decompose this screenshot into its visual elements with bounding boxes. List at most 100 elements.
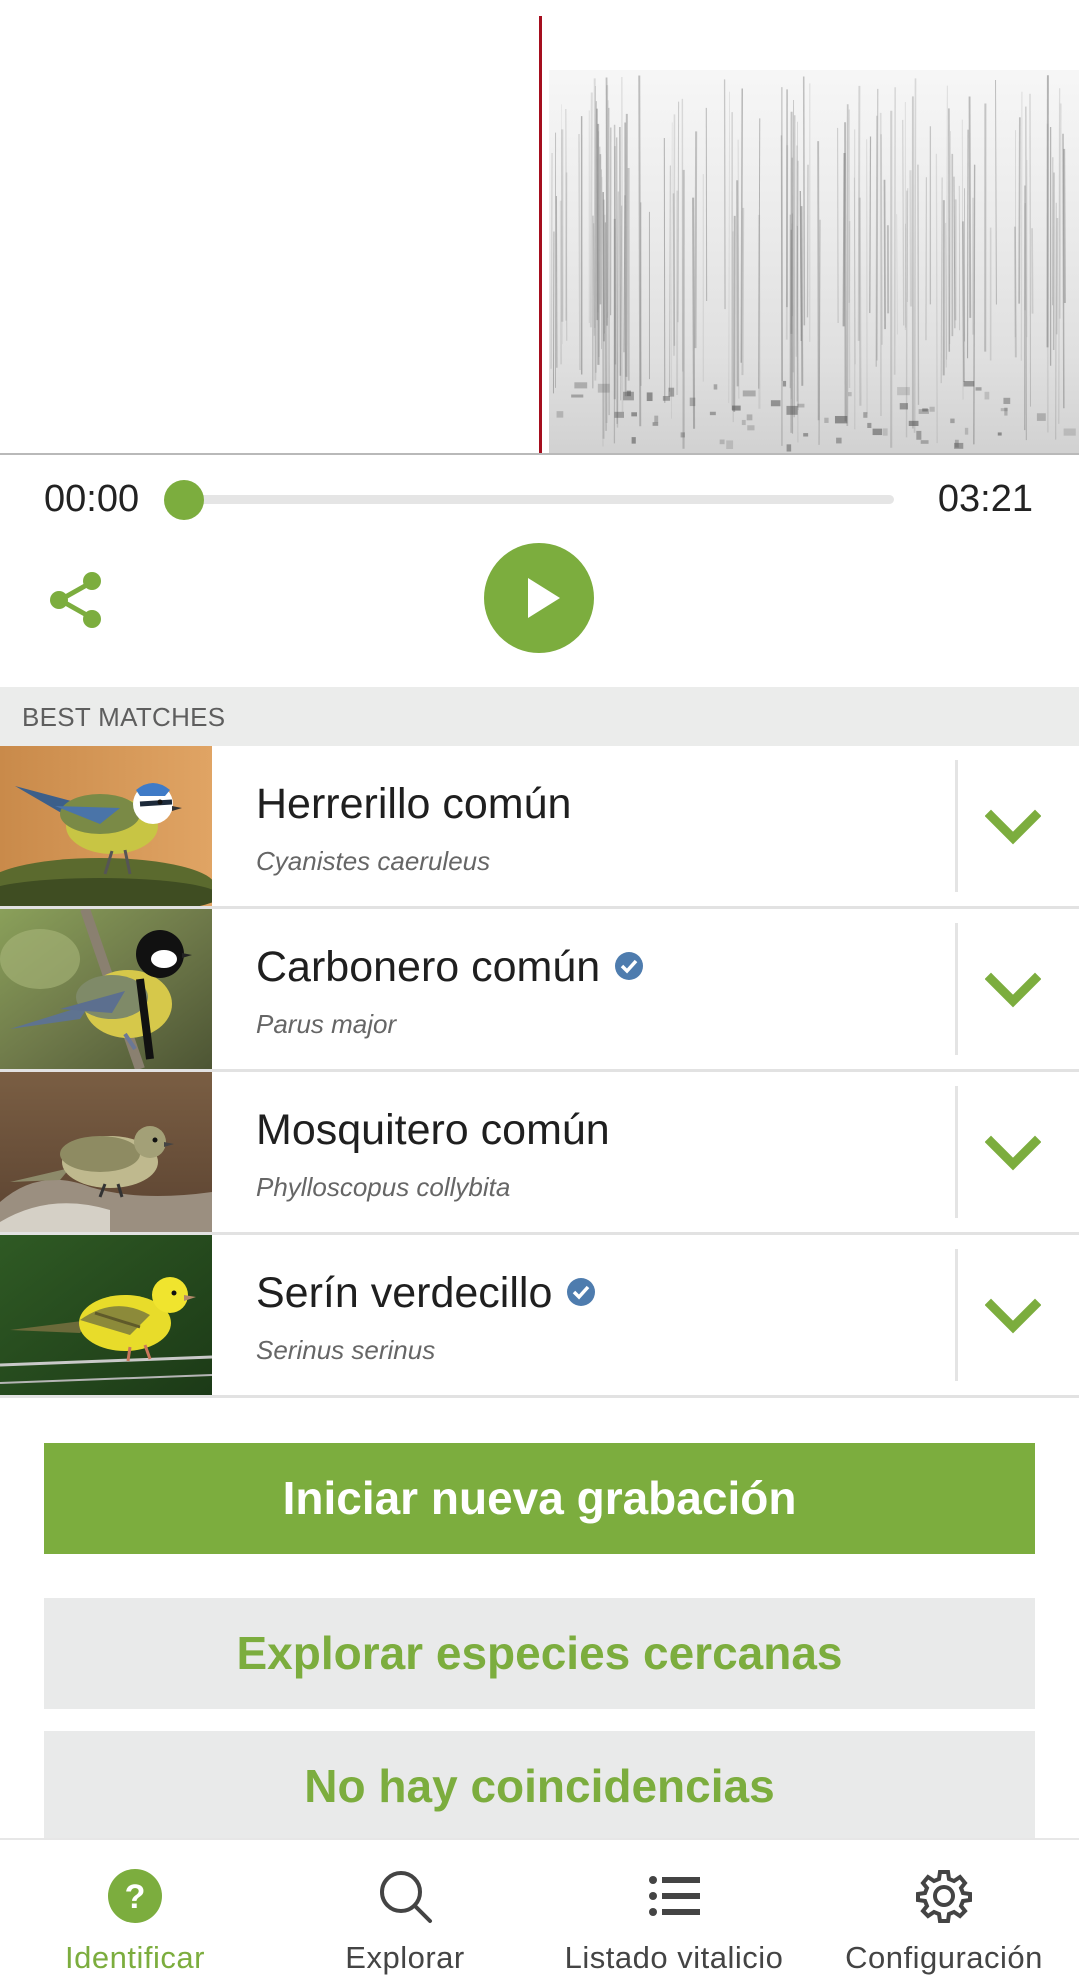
spectrogram-stroke	[909, 170, 913, 307]
spectrogram-blob	[863, 412, 868, 418]
common-name-text: Carbonero común	[256, 943, 601, 991]
playhead-line[interactable]	[539, 16, 542, 453]
scientific-name: Parus major	[256, 1009, 397, 1039]
progress-thumb[interactable]	[164, 480, 204, 520]
no-match-button[interactable]: No hay coincidencias	[44, 1731, 1035, 1839]
question-icon: ?	[108, 1869, 162, 1923]
spectrogram-stroke	[940, 177, 943, 384]
match-row[interactable]: Serín verdecillo Serinus serinus	[0, 1235, 1079, 1398]
spectrogram-stroke	[893, 87, 897, 375]
spectrogram-blob	[631, 412, 638, 417]
nav-item-explorar[interactable]: Explorar	[295, 1840, 515, 1981]
share-icon	[50, 572, 101, 628]
matches-list: Herrerillo común Cyanistes caeruleus Car…	[0, 746, 1079, 1398]
bird-photo-chiffchaff	[0, 1072, 212, 1232]
chevron-down-icon	[984, 1135, 1042, 1171]
spectrogram-stroke	[902, 119, 905, 326]
spectrogram-stroke	[1055, 217, 1059, 335]
spectrogram-blob	[975, 387, 982, 391]
progress-track[interactable]	[184, 495, 894, 504]
spectrogram-blob	[882, 428, 888, 436]
scientific-name: Phylloscopus collybita	[256, 1172, 511, 1202]
spectrogram-stroke	[961, 119, 964, 400]
spectrogram-stroke	[728, 91, 730, 404]
spectrogram-blob	[1036, 413, 1046, 421]
match-row[interactable]: Herrerillo común Cyanistes caeruleus	[0, 746, 1079, 909]
spectrogram-blob	[652, 422, 659, 426]
match-row[interactable]: Carbonero común Parus major	[0, 909, 1079, 1072]
spectrogram-blob	[1063, 428, 1076, 436]
spectrogram-blob	[897, 387, 910, 396]
expand-button[interactable]	[984, 1291, 1042, 1343]
spectrogram-blob	[922, 408, 928, 412]
spectrogram-stroke	[1018, 117, 1021, 304]
nav-label: Identificar	[65, 1940, 205, 1975]
spectrogram-blob	[597, 383, 610, 393]
common-name-text: Herrerillo común	[256, 780, 572, 828]
spectrogram-stroke	[694, 131, 698, 349]
spectrogram-blob	[950, 418, 955, 424]
bird-photo-blue-tit	[0, 746, 212, 906]
spectrogram-blob	[556, 411, 564, 418]
verified-check-icon	[615, 951, 644, 980]
scientific-name: Cyanistes caeruleus	[256, 846, 491, 876]
spectrogram-blob	[654, 415, 659, 423]
spectrogram-stroke	[817, 141, 820, 421]
spectrogram-stroke	[968, 96, 972, 318]
spectrogram-stroke	[883, 179, 886, 330]
spectrogram-blob	[668, 387, 675, 397]
scientific-name: Serinus serinus	[256, 1335, 436, 1365]
spectrogram-blob	[782, 380, 787, 387]
spectrogram-blob	[626, 390, 631, 397]
spectrogram-stroke	[552, 231, 555, 394]
spectrogram-blob	[571, 394, 584, 398]
nav-item-identificar[interactable]: ? Identificar	[24, 1840, 246, 1981]
spectrogram-stroke	[613, 124, 617, 365]
play-icon	[528, 578, 560, 618]
row-divider	[955, 760, 958, 892]
new-recording-button[interactable]: Iniciar nueva grabación	[44, 1443, 1035, 1554]
spectrogram-blob	[713, 384, 718, 390]
spectrogram-blob	[908, 420, 919, 427]
row-divider	[955, 923, 958, 1055]
spectrogram-stroke	[605, 85, 609, 424]
spectrogram-stroke	[896, 214, 898, 335]
spectrogram-stroke	[1020, 91, 1023, 361]
spectrogram-blob	[731, 405, 741, 411]
nav-item-configuracion[interactable]: Configuración	[830, 1840, 1058, 1981]
spectrogram-blob	[997, 432, 1002, 436]
chevron-down-icon	[984, 809, 1042, 845]
expand-button[interactable]	[984, 965, 1042, 1017]
spectrogram-stroke	[785, 145, 789, 340]
spectrogram-stroke	[944, 222, 947, 368]
spectrogram[interactable]	[0, 0, 1079, 455]
spectrogram-stroke	[858, 197, 862, 406]
gear-icon	[916, 1870, 972, 1923]
share-button[interactable]	[46, 569, 108, 631]
expand-button[interactable]	[984, 802, 1042, 854]
spectrogram-blob	[614, 411, 625, 418]
common-name-text: Mosquitero común	[256, 1106, 610, 1154]
spectrogram-blob	[741, 419, 746, 426]
row-divider	[955, 1249, 958, 1381]
spectrogram-stroke	[836, 127, 839, 324]
spectrogram-blob	[719, 439, 725, 445]
bird-id-screen: 00:00 03:21 BEST MATCHES Herrerillo comú…	[0, 0, 1079, 1981]
nav-item-listado-vitalicio[interactable]: Listado vitalicio	[540, 1840, 808, 1981]
spectrogram-blob	[963, 381, 975, 387]
expand-button[interactable]	[984, 1128, 1042, 1180]
search-icon	[380, 1871, 432, 1923]
spectrogram-blob	[770, 400, 781, 407]
explore-nearby-button[interactable]: Explorar especies cercanas	[44, 1598, 1035, 1709]
spectrogram-blob	[1003, 397, 1011, 404]
spectrogram-blob	[867, 422, 872, 429]
spectrogram-blob	[872, 428, 883, 436]
spectrogram-stroke	[844, 122, 847, 422]
spectrogram-blob	[746, 414, 753, 421]
spectrogram-stroke	[741, 207, 745, 376]
spectrogram-blob	[803, 433, 809, 437]
play-button[interactable]	[484, 543, 594, 653]
match-row[interactable]: Mosquitero común Phylloscopus collybita	[0, 1072, 1079, 1235]
spectrogram-stroke	[913, 78, 917, 433]
spectrogram-stroke	[973, 164, 976, 445]
